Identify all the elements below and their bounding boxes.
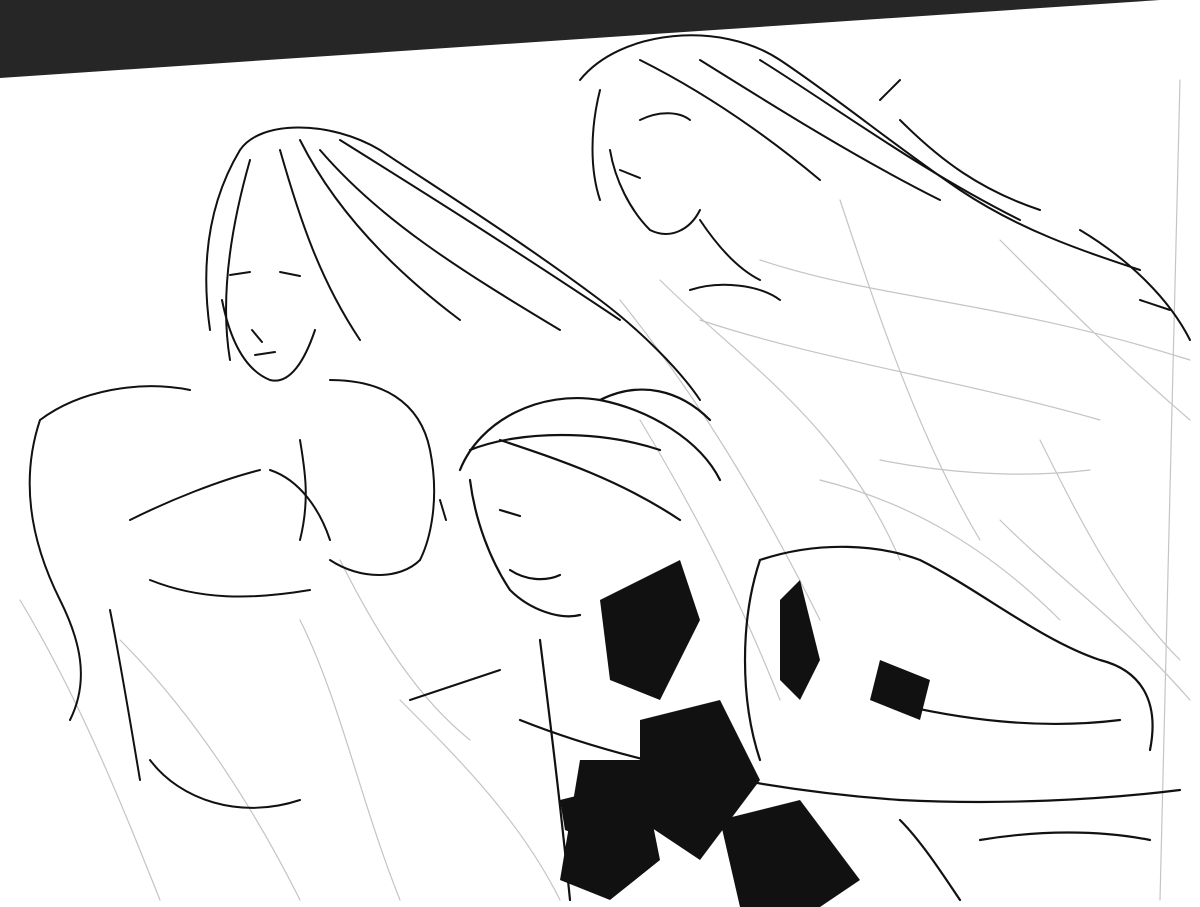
- drawing-canvas[interactable]: [0, 0, 1200, 907]
- canvas-workspace: [0, 0, 1200, 907]
